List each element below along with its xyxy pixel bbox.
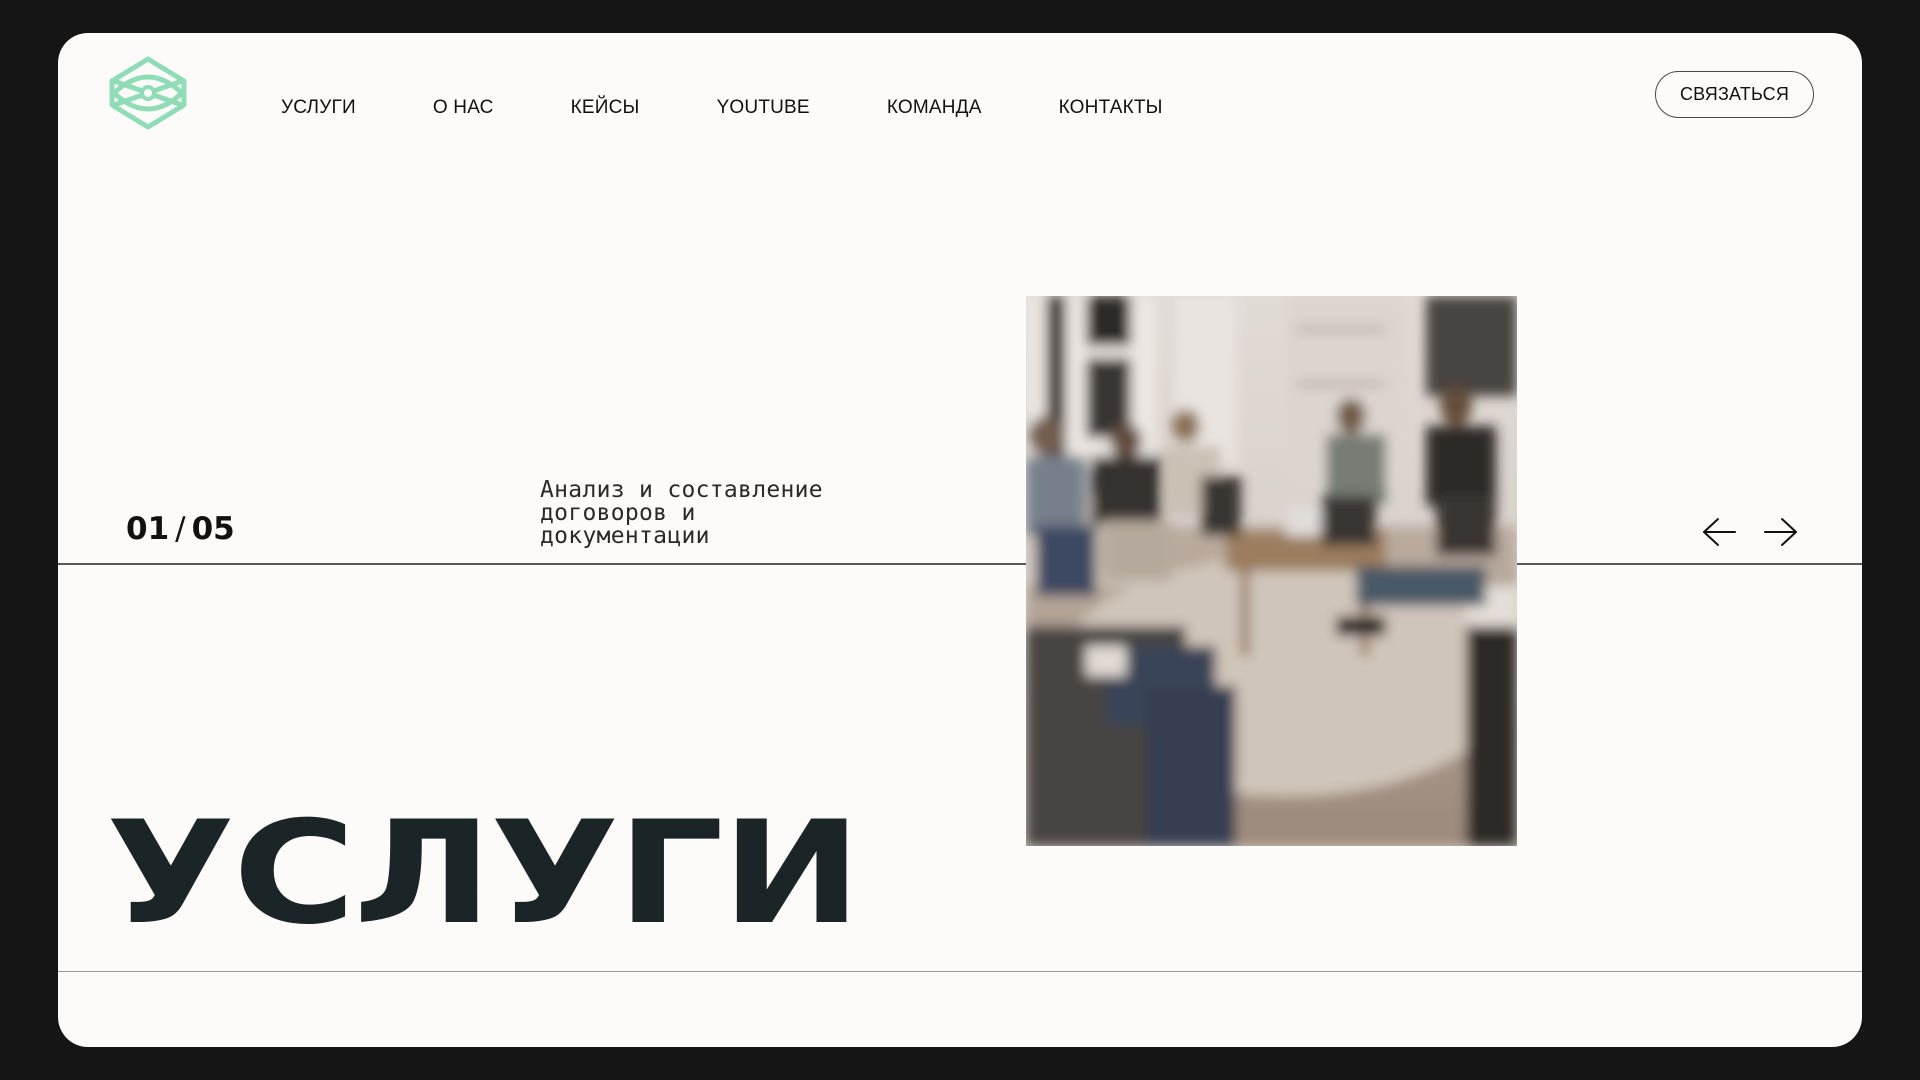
main-card: УСЛУГИ О НАС КЕЙСЫ YOUTUBE КОМАНДА КОНТА… bbox=[58, 33, 1862, 1047]
slide-separator: / bbox=[175, 511, 186, 547]
slide-current: 01 bbox=[126, 511, 170, 547]
nav-item-contacts[interactable]: КОНТАКТЫ bbox=[1059, 97, 1163, 119]
slide-counter: 01 / 05 bbox=[126, 511, 235, 547]
arrow-left-icon[interactable] bbox=[1702, 516, 1738, 548]
contact-button[interactable]: СВЯЗАТЬСЯ bbox=[1655, 71, 1814, 118]
nav-item-about[interactable]: О НАС bbox=[433, 97, 494, 119]
slider-divider-line bbox=[58, 563, 1862, 565]
slide-description: Анализ и составление договоров и докумен… bbox=[540, 477, 823, 549]
nav-item-cases[interactable]: КЕЙСЫ bbox=[571, 97, 640, 119]
main-navigation: УСЛУГИ О НАС КЕЙСЫ YOUTUBE КОМАНДА КОНТА… bbox=[281, 97, 1240, 119]
eye-hexagon-logo-icon[interactable] bbox=[106, 55, 190, 131]
slide-total: 05 bbox=[191, 511, 235, 547]
nav-item-youtube[interactable]: YOUTUBE bbox=[717, 97, 810, 119]
arrow-right-icon[interactable] bbox=[1762, 516, 1798, 548]
nav-item-team[interactable]: КОМАНДА bbox=[887, 97, 982, 119]
nav-item-services[interactable]: УСЛУГИ bbox=[281, 97, 356, 119]
page-title: УСЛУГИ bbox=[106, 791, 862, 956]
service-photo bbox=[1026, 296, 1517, 846]
footer-divider-line bbox=[58, 971, 1862, 972]
